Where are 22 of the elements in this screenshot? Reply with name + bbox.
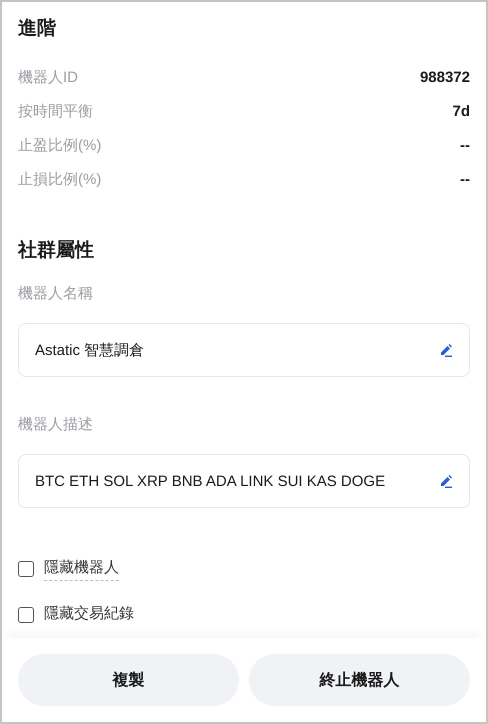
action-button[interactable]: 終止機器人 — [249, 654, 470, 706]
action-button[interactable]: 複製 — [18, 654, 239, 706]
row-label: 止盈比例(%) — [18, 136, 102, 154]
section-title: 社群屬性 — [18, 238, 95, 263]
row-value: 988372 — [420, 68, 470, 86]
edit-icon[interactable] — [439, 474, 453, 488]
input-field[interactable]: BTC ETH SOL XRP BNB ADA LINK SUI KAS DOGE — [18, 454, 470, 508]
row-label: 按時間平衡 — [18, 102, 93, 120]
edit-icon[interactable] — [439, 343, 453, 357]
row-label: 機器人ID — [18, 68, 78, 86]
checkbox[interactable] — [18, 561, 34, 577]
checkbox-label: 隱藏交易紀錄 — [44, 604, 134, 624]
row-value: -- — [460, 136, 470, 154]
row-value: 7d — [452, 102, 470, 120]
checkbox-label: 隱藏機器人 — [44, 558, 119, 580]
field-label: 機器人名稱 — [18, 284, 94, 303]
input-field[interactable]: Astatic 智慧調倉 — [18, 323, 470, 377]
checkbox[interactable] — [18, 607, 34, 623]
row-value: -- — [460, 170, 470, 188]
section-title: 進階 — [18, 17, 57, 41]
field-label: 機器人描述 — [18, 415, 94, 434]
row-label: 止損比例(%) — [18, 170, 102, 188]
